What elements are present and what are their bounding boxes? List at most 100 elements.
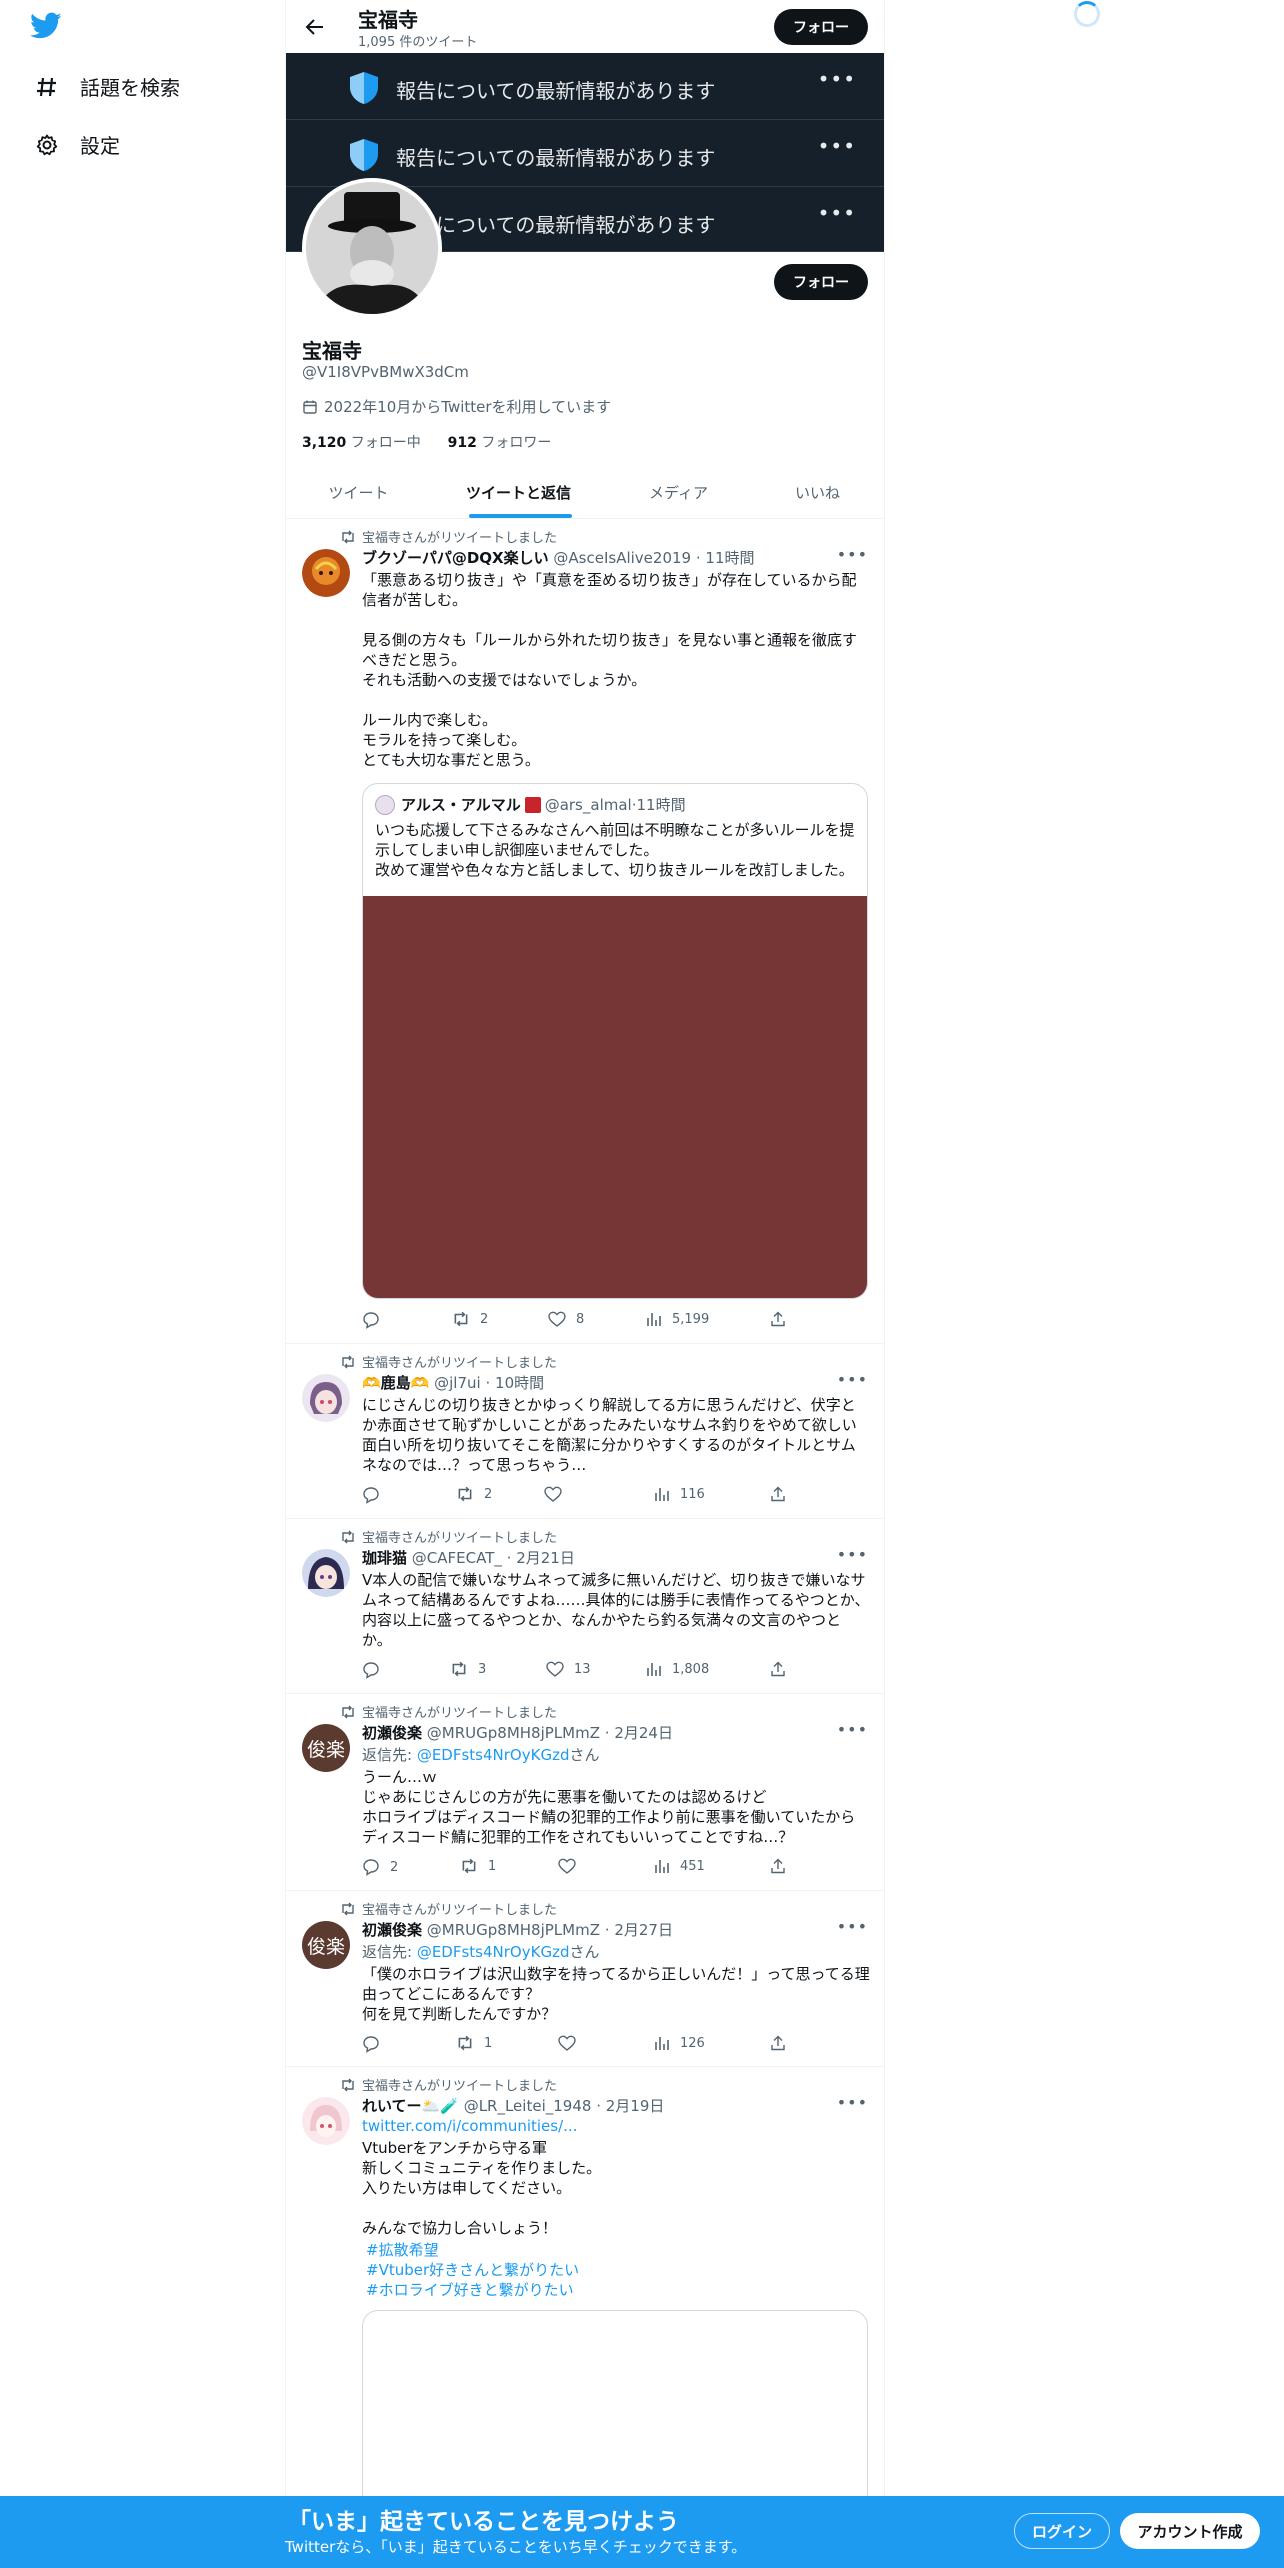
share-button[interactable] [770, 1311, 796, 1327]
back-button[interactable] [300, 12, 330, 42]
reply-to-handle[interactable]: @EDFsts4NrOyKGzd [417, 1746, 570, 1764]
views-chart-icon [655, 1860, 669, 1873]
views-button[interactable]: 5,199 [646, 1311, 709, 1327]
like-button[interactable]: 8 [548, 1311, 584, 1327]
author-handle[interactable]: @MRUGp8MH8jPLMmZ [427, 1724, 600, 1742]
community-link[interactable]: twitter.com/i/communities/... [362, 2117, 577, 2135]
author-name[interactable]: 珈琲猫 [362, 1549, 407, 1567]
reply-button[interactable]: 2 [362, 1858, 398, 1876]
followers-link[interactable]: 912 フォロワー [448, 435, 552, 451]
like-button[interactable]: 13 [546, 1661, 591, 1677]
reply-button[interactable] [362, 1311, 390, 1329]
more-icon[interactable]: ••• [818, 67, 856, 91]
quoted-tweet[interactable]: アルス・アルマル @ars_almal · 11時間 いつも応援して下さるみなさ… [362, 783, 868, 1299]
nav-settings[interactable]: 設定 [34, 130, 120, 159]
more-icon[interactable]: ••• [837, 545, 868, 564]
tweet-time[interactable]: 2月27日 [614, 1921, 673, 1939]
reply-to-suffix: さん [569, 1943, 600, 1961]
tweet-time[interactable]: 2月21日 [516, 1549, 575, 1567]
follow-button[interactable]: フォロー [774, 264, 868, 300]
more-icon[interactable]: ••• [837, 1720, 868, 1739]
reply-button[interactable] [362, 1486, 390, 1504]
tab-tweets-and-replies[interactable]: ツイートと返信 [431, 466, 606, 519]
quoted-media-image[interactable] [363, 896, 867, 1298]
avatar[interactable] [302, 1374, 350, 1422]
author-handle[interactable]: @jl7ui [434, 1374, 481, 1392]
login-button[interactable]: ログイン [1014, 2513, 1110, 2549]
report-notice[interactable]: 報告についての最新情報があります ••• [286, 53, 884, 120]
more-icon[interactable]: ••• [837, 1370, 868, 1389]
retweet-button[interactable]: 2 [452, 1311, 488, 1327]
hashtag-link[interactable]: #Vtuber好きさんと繋がりたい [366, 2259, 579, 2280]
retweet-button[interactable]: 2 [456, 1486, 492, 1502]
follow-button-header[interactable]: フォロー [774, 9, 868, 45]
more-icon[interactable]: ••• [818, 134, 856, 158]
views-button[interactable]: 1,808 [646, 1661, 709, 1677]
tweet-time[interactable]: 10時間 [495, 1374, 544, 1392]
tweet-time[interactable]: 2月19日 [606, 2097, 665, 2115]
more-icon[interactable]: ••• [837, 1545, 868, 1564]
avatar[interactable] [302, 549, 350, 597]
views-button[interactable]: 126 [654, 2035, 705, 2051]
signup-button[interactable]: アカウント作成 [1120, 2513, 1260, 2549]
avatar[interactable]: 俊楽 [302, 1921, 350, 1969]
tweet-time[interactable]: 11時間 [705, 549, 754, 567]
like-button[interactable] [558, 2035, 586, 2051]
author-name[interactable]: 初瀬俊楽 [362, 1921, 422, 1939]
like-button[interactable] [544, 1486, 572, 1502]
reply-button[interactable] [362, 2035, 390, 2053]
following-link[interactable]: 3,120 フォロー中 [302, 435, 421, 451]
tweet[interactable]: 宝福寺さんがリツイートしました 🫶鹿島🫶 @jl7ui · 10時間 ••• に… [286, 1344, 884, 1519]
profile-handle: @V1I8VPvBMwX3dCm [302, 363, 469, 381]
author-handle[interactable]: @LR_Leitei_1948 [464, 2097, 592, 2115]
hashtag-link[interactable]: #拡散希望 [366, 2239, 439, 2260]
avatar[interactable]: 俊楽 [302, 1724, 350, 1772]
report-notice[interactable]: 報告についての最新情報があります ••• [286, 120, 884, 187]
tab-tweets[interactable]: ツイート [286, 466, 431, 519]
views-button[interactable]: 451 [654, 1858, 705, 1874]
tweet[interactable]: 宝福寺さんがリツイートしました れいてー🌥️🧪 @LR_Leitei_1948 … [286, 2067, 884, 2568]
tweet[interactable]: 宝福寺さんがリツイートしました 俊楽 初瀬俊楽 @MRUGp8MH8jPLMmZ… [286, 1891, 884, 2067]
tweet-actions: 1 126 [362, 2035, 802, 2055]
author-handle[interactable]: @AsceIsAlive2019 [553, 549, 691, 567]
profile-avatar[interactable] [302, 178, 442, 318]
reply-to-prefix: 返信先: [362, 1746, 417, 1764]
tweet-time[interactable]: 2月24日 [614, 1724, 673, 1742]
author-handle[interactable]: @CAFECAT_ [412, 1549, 502, 1567]
share-button[interactable] [770, 1661, 796, 1677]
tweet[interactable]: 宝福寺さんがリツイートしました 俊楽 初瀬俊楽 @MRUGp8MH8jPLMmZ… [286, 1694, 884, 1891]
reply-button[interactable] [362, 1661, 390, 1679]
author-name[interactable]: 初瀬俊楽 [362, 1724, 422, 1742]
tweet-actions: 2 116 [362, 1486, 802, 1506]
active-tab-indicator [469, 514, 572, 518]
tweet[interactable]: 宝福寺さんがリツイートしました ブクゾーパパ@DQX楽しい @AsceIsAli… [286, 519, 884, 1344]
quoted-tweet-text: いつも応援して下さるみなさんへ前回は不明瞭なことが多いルールを提示してしまい申し… [375, 821, 855, 879]
share-button[interactable] [770, 2035, 796, 2051]
share-button[interactable] [770, 1486, 796, 1502]
reply-to-handle[interactable]: @EDFsts4NrOyKGzd [417, 1943, 570, 1961]
author-name[interactable]: れいてー🌥️🧪 [362, 2097, 459, 2115]
more-icon[interactable]: ••• [837, 2093, 868, 2112]
nav-explore[interactable]: 話題を検索 [34, 72, 180, 101]
heart-icon [546, 1661, 564, 1677]
retweet-button[interactable]: 1 [456, 2035, 492, 2051]
more-icon[interactable]: ••• [837, 1917, 868, 1936]
author-name[interactable]: ブクゾーパパ@DQX楽しい [362, 549, 549, 567]
more-icon[interactable]: ••• [818, 201, 856, 225]
retweet-button[interactable]: 3 [450, 1661, 486, 1677]
author-handle[interactable]: @MRUGp8MH8jPLMmZ [427, 1921, 600, 1939]
retweet-button[interactable]: 1 [460, 1858, 496, 1874]
author-name[interactable]: 🫶鹿島🫶 [362, 1374, 429, 1392]
like-button[interactable] [558, 1858, 586, 1874]
tab-likes[interactable]: いいね [751, 466, 884, 519]
tweet[interactable]: 宝福寺さんがリツイートしました 珈琲猫 @CAFECAT_ · 2月21日 ••… [286, 1519, 884, 1694]
avatar[interactable] [302, 1549, 350, 1597]
avatar[interactable] [302, 2097, 350, 2145]
retweet-icon [334, 1530, 356, 1544]
hashtag-link[interactable]: #ホロライブ好きと繋がりたい [366, 2279, 574, 2300]
share-button[interactable] [770, 1858, 796, 1874]
views-button[interactable]: 116 [654, 1486, 705, 1502]
twitter-logo-icon[interactable] [30, 12, 70, 46]
heart-icon [558, 2035, 576, 2051]
tab-media[interactable]: メディア [606, 466, 751, 519]
